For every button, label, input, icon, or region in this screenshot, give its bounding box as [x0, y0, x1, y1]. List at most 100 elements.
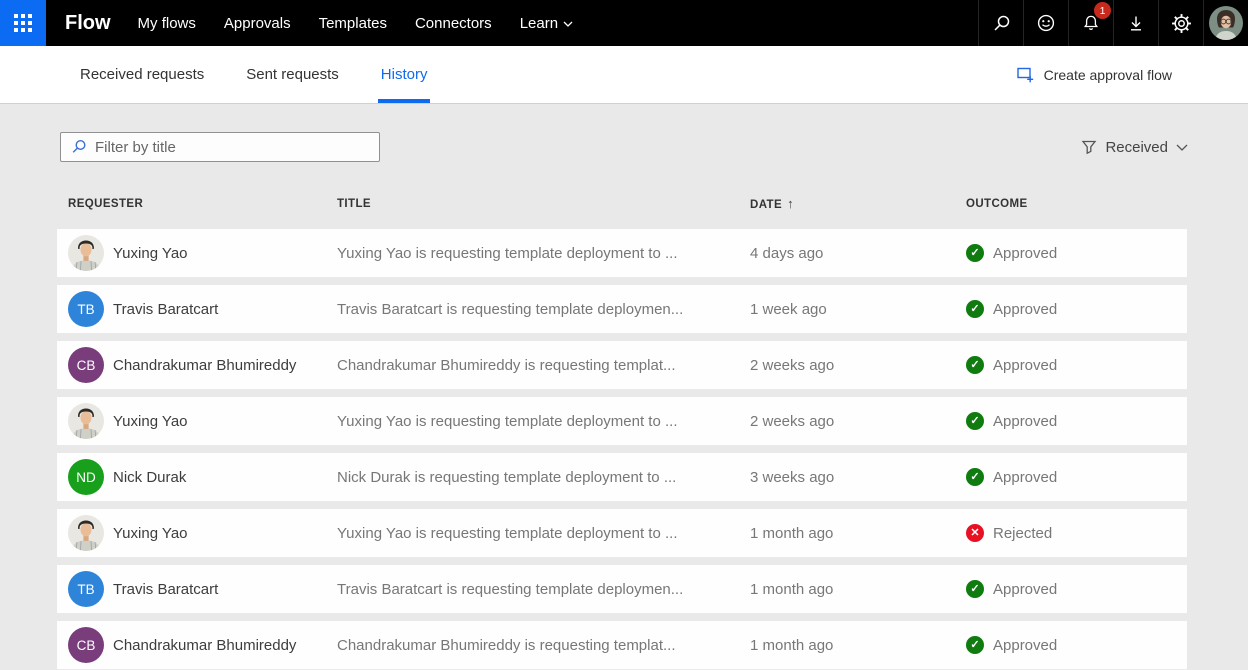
settings-button[interactable] — [1158, 0, 1203, 46]
requester-name: Yuxing Yao — [113, 413, 188, 430]
requester-name: Travis Baratcart — [113, 581, 218, 598]
approved-icon: ✓ — [966, 356, 984, 374]
outcome-label: Approved — [993, 581, 1057, 598]
tab-bar: Received requests Sent requests History … — [0, 46, 1248, 104]
create-flow-icon — [1017, 66, 1035, 84]
requester-name: Yuxing Yao — [113, 245, 188, 262]
column-header-date[interactable]: DATE ↑ — [750, 196, 966, 211]
nav-item-approvals[interactable]: Approvals — [224, 0, 291, 46]
nav-item-templates[interactable]: Templates — [319, 0, 387, 46]
avatar — [68, 403, 104, 439]
outcome-label: Rejected — [993, 525, 1052, 542]
gear-icon — [1171, 13, 1192, 34]
request-date: 3 weeks ago — [750, 469, 966, 486]
outcome-label: Approved — [993, 245, 1057, 262]
column-header-date-label: DATE — [750, 199, 782, 211]
tab-received-requests[interactable]: Received requests — [80, 46, 204, 103]
avatar: ND — [68, 459, 104, 495]
table-row[interactable]: Yuxing Yao Yuxing Yao is requesting temp… — [57, 397, 1187, 445]
nav-item-learn-label: Learn — [520, 15, 558, 32]
approved-icon: ✓ — [966, 580, 984, 598]
request-title: Chandrakumar Bhumireddy is requesting te… — [337, 357, 750, 374]
outcome-label: Approved — [993, 637, 1057, 654]
table-row[interactable]: ND Nick Durak Nick Durak is requesting t… — [57, 453, 1187, 501]
search-button[interactable] — [978, 0, 1023, 46]
request-title: Travis Baratcart is requesting template … — [337, 301, 750, 318]
request-date: 1 month ago — [750, 525, 966, 542]
rejected-icon: ✕ — [966, 524, 984, 542]
request-title: Travis Baratcart is requesting template … — [337, 581, 750, 598]
nav-item-connectors[interactable]: Connectors — [415, 0, 492, 46]
chevron-down-icon — [1176, 144, 1188, 151]
request-title: Yuxing Yao is requesting template deploy… — [337, 413, 750, 430]
filter-by-title-input[interactable] — [95, 139, 371, 156]
requester-name: Yuxing Yao — [113, 525, 188, 542]
notification-badge: 1 — [1094, 2, 1111, 19]
filter-funnel-icon — [1081, 140, 1097, 155]
toolbar: Received — [60, 132, 1188, 162]
outcome-label: Approved — [993, 413, 1057, 430]
avatar: TB — [68, 571, 104, 607]
app-title[interactable]: Flow — [65, 0, 111, 46]
requester-name: Nick Durak — [113, 469, 186, 486]
approved-icon: ✓ — [966, 244, 984, 262]
column-header-outcome[interactable]: OUTCOME — [966, 198, 1187, 210]
column-header-title[interactable]: TITLE — [337, 198, 750, 210]
user-avatar — [1209, 6, 1243, 40]
table-header: REQUESTER TITLE DATE ↑ OUTCOME — [57, 186, 1187, 221]
request-date: 2 weeks ago — [750, 413, 966, 430]
request-date: 2 weeks ago — [750, 357, 966, 374]
approved-icon: ✓ — [966, 468, 984, 486]
request-title: Nick Durak is requesting template deploy… — [337, 469, 750, 486]
create-approval-flow-button[interactable]: Create approval flow — [1017, 46, 1172, 103]
column-header-requester[interactable]: REQUESTER — [68, 198, 337, 210]
avatar — [68, 515, 104, 551]
request-date: 1 month ago — [750, 581, 966, 598]
request-title: Chandrakumar Bhumireddy is requesting te… — [337, 637, 750, 654]
requester-name: Chandrakumar Bhumireddy — [113, 637, 296, 654]
outcome-label: Approved — [993, 357, 1057, 374]
account-button[interactable] — [1203, 0, 1248, 46]
requester-name: Travis Baratcart — [113, 301, 218, 318]
sort-ascending-icon: ↑ — [787, 196, 794, 211]
nav-right-icons: 1 — [978, 0, 1248, 46]
search-icon — [992, 14, 1011, 33]
requester-name: Chandrakumar Bhumireddy — [113, 357, 296, 374]
approved-icon: ✓ — [966, 636, 984, 654]
feedback-button[interactable] — [1023, 0, 1068, 46]
request-title: Yuxing Yao is requesting template deploy… — [337, 525, 750, 542]
request-date: 4 days ago — [750, 245, 966, 262]
request-date: 1 month ago — [750, 637, 966, 654]
outcome-label: Approved — [993, 301, 1057, 318]
tab-sent-requests[interactable]: Sent requests — [246, 46, 339, 103]
table-row[interactable]: TB Travis Baratcart Travis Baratcart is … — [57, 565, 1187, 613]
approved-icon: ✓ — [966, 412, 984, 430]
outcome-label: Approved — [993, 469, 1057, 486]
search-icon — [71, 139, 87, 155]
table-row[interactable]: CB Chandrakumar Bhumireddy Chandrakumar … — [57, 341, 1187, 389]
smiley-icon — [1036, 13, 1056, 33]
top-nav-bar: Flow My flows Approvals Templates Connec… — [0, 0, 1248, 46]
download-icon — [1127, 14, 1145, 33]
received-filter-dropdown[interactable]: Received — [1081, 139, 1188, 156]
table-row[interactable]: Yuxing Yao Yuxing Yao is requesting temp… — [57, 509, 1187, 557]
nav-item-my-flows[interactable]: My flows — [138, 0, 196, 46]
notifications-button[interactable]: 1 — [1068, 0, 1113, 46]
chevron-down-icon — [563, 21, 573, 27]
received-filter-label: Received — [1105, 139, 1168, 156]
table-row[interactable]: TB Travis Baratcart Travis Baratcart is … — [57, 285, 1187, 333]
app-launcher-button[interactable] — [0, 0, 46, 46]
tab-history[interactable]: History — [381, 46, 428, 103]
request-title: Yuxing Yao is requesting template deploy… — [337, 245, 750, 262]
filter-box[interactable] — [60, 132, 380, 162]
request-date: 1 week ago — [750, 301, 966, 318]
download-button[interactable] — [1113, 0, 1158, 46]
waffle-icon — [14, 14, 32, 32]
avatar — [68, 235, 104, 271]
nav-item-learn[interactable]: Learn — [520, 0, 573, 46]
table-row[interactable]: Yuxing Yao Yuxing Yao is requesting temp… — [57, 229, 1187, 277]
table-row[interactable]: CB Chandrakumar Bhumireddy Chandrakumar … — [57, 621, 1187, 669]
create-approval-flow-label: Create approval flow — [1044, 67, 1172, 83]
approved-icon: ✓ — [966, 300, 984, 318]
avatar: CB — [68, 627, 104, 663]
